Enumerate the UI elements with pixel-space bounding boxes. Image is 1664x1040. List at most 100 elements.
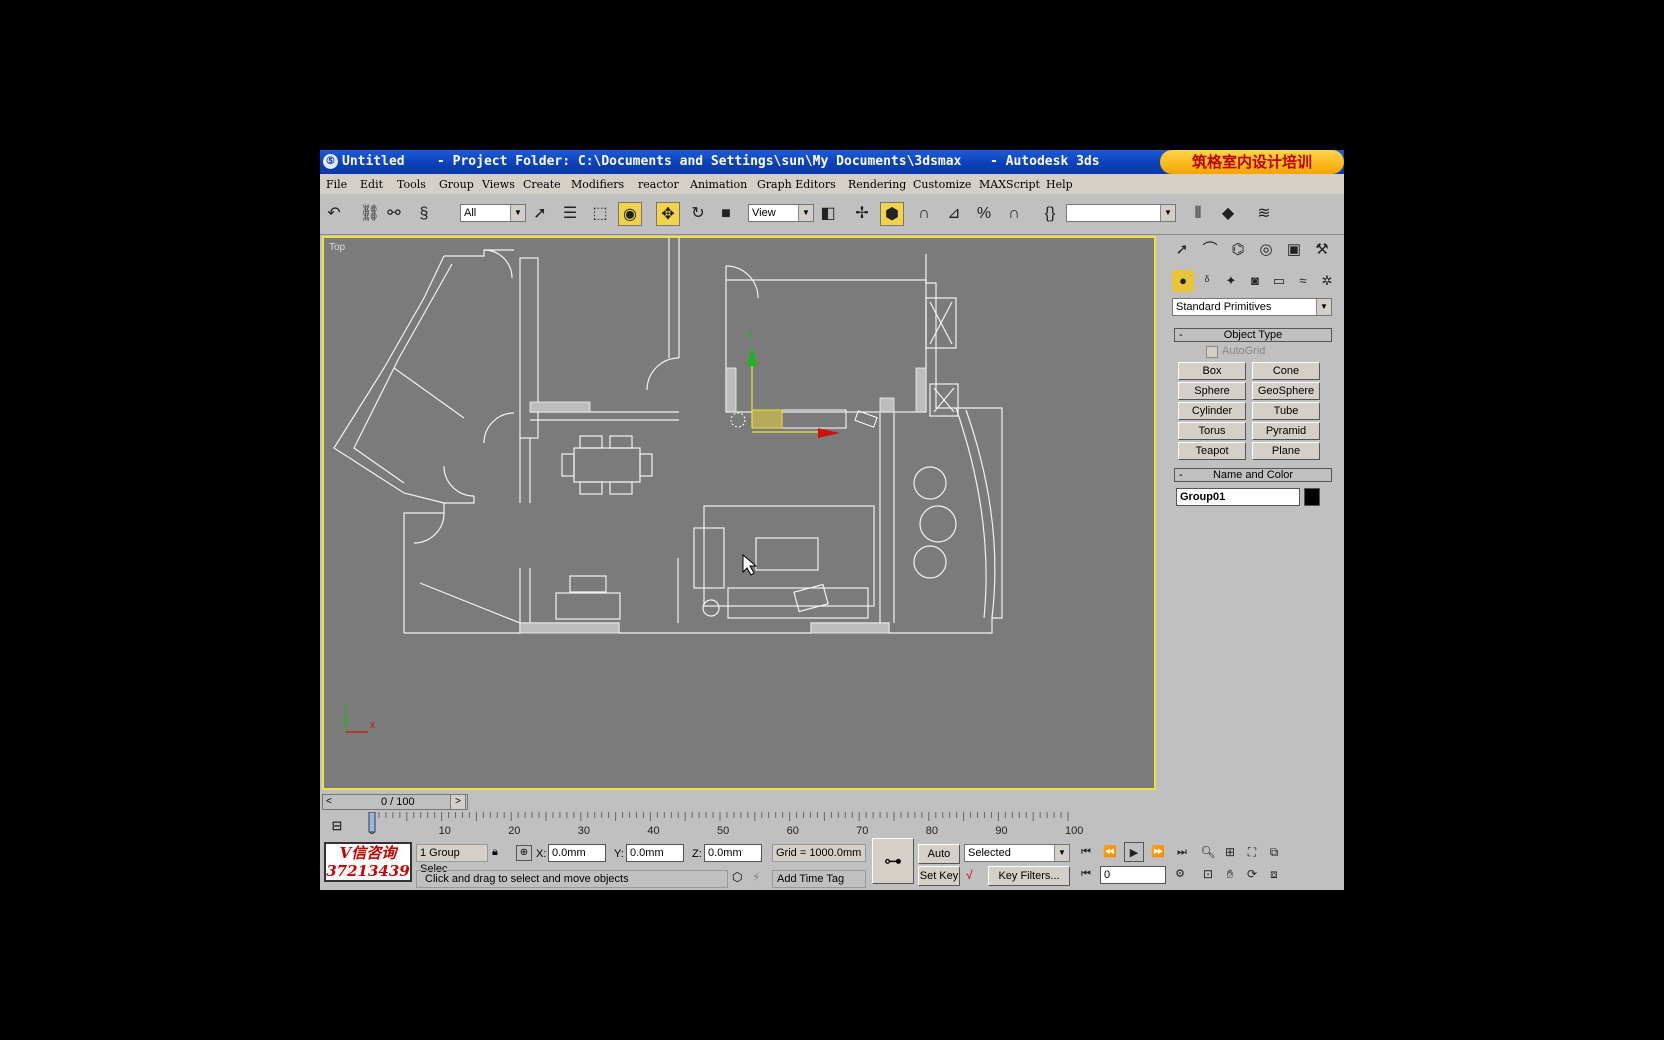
object-category-dropdown[interactable]: Standard Primitives ▼ <box>1172 298 1332 316</box>
play-icon[interactable]: ▶ <box>1124 842 1144 862</box>
menu-reactor[interactable]: reactor <box>638 178 679 191</box>
lock-icon[interactable]: 🔒︎ <box>492 846 504 860</box>
go-to-start-icon[interactable]: ⏮ <box>1076 842 1096 862</box>
select-and-move-icon[interactable]: ✥ <box>656 202 680 226</box>
torus-button[interactable]: Torus <box>1178 422 1246 440</box>
layer-manager-icon[interactable]: ≋ <box>1252 202 1276 226</box>
zoom-icon[interactable]: 🔍︎ <box>1198 842 1218 862</box>
name-and-color-rollout-header[interactable]: - Name and Color <box>1174 468 1332 482</box>
create-tab-icon[interactable]: ➚ <box>1170 238 1194 262</box>
select-and-rotate-icon[interactable]: ↻ <box>686 202 710 226</box>
object-color-swatch[interactable] <box>1304 488 1320 506</box>
x-coordinate-field[interactable]: 0.0mm <box>548 844 606 862</box>
track-bar-toggle-icon[interactable]: ⊟ <box>324 818 350 836</box>
menu-edit[interactable]: Edit <box>360 178 383 191</box>
snaps-toggle-icon[interactable]: ∩ <box>912 202 936 226</box>
key-mode-toggle-icon[interactable]: ⏮ <box>1076 864 1096 884</box>
menu-animation[interactable]: Animation <box>690 178 747 191</box>
set-key-icon[interactable]: ⊶ <box>872 838 914 884</box>
tube-button[interactable]: Tube <box>1252 402 1320 420</box>
angle-snap-icon[interactable]: ⊿ <box>942 202 966 226</box>
window-crossing-icon[interactable]: ◉ <box>618 202 642 226</box>
app-icon[interactable]: ⑤ <box>323 154 338 169</box>
reference-coordinate-dropdown[interactable]: View ▼ <box>748 204 814 222</box>
key-mode-dropdown[interactable]: Selected ▼ <box>964 844 1070 862</box>
geosphere-button[interactable]: GeoSphere <box>1252 382 1320 400</box>
maximize-viewport-icon[interactable]: ⧈ <box>1264 864 1284 884</box>
selection-filter-dropdown[interactable]: All ▼ <box>460 204 526 222</box>
modify-tab-icon[interactable]: ⌒ <box>1198 238 1222 262</box>
add-time-tag-field[interactable]: Add Time Tag <box>772 870 866 888</box>
plane-button[interactable]: Plane <box>1252 442 1320 460</box>
next-frame-icon[interactable]: ⏩ <box>1148 842 1168 862</box>
motion-tab-icon[interactable]: ◎ <box>1254 238 1278 262</box>
pan-icon[interactable]: ✋︎ <box>1220 864 1240 884</box>
edit-named-selection-icon[interactable]: {} <box>1038 202 1062 226</box>
auto-key-button[interactable]: Auto Key <box>918 844 960 878</box>
chevron-right-icon[interactable]: > <box>450 794 466 810</box>
hierarchy-tab-icon[interactable]: ⌬ <box>1226 238 1250 262</box>
pyramid-button[interactable]: Pyramid <box>1252 422 1320 440</box>
track-bar[interactable]: 0102030405060708090100 <box>356 811 1096 838</box>
y-coordinate-field[interactable]: 0.0mm <box>626 844 684 862</box>
menu-group[interactable]: Group <box>439 178 474 191</box>
set-key-button[interactable]: Set Key <box>918 866 960 886</box>
undo-icon[interactable]: ↶ <box>322 202 346 226</box>
zoom-all-icon[interactable]: ⊞ <box>1220 842 1240 862</box>
top-viewport[interactable]: Top y z x <box>322 236 1156 790</box>
keyboard-shortcut-override-icon[interactable]: ⬢ <box>880 202 904 226</box>
cone-button[interactable]: Cone <box>1252 362 1320 380</box>
box-button[interactable]: Box <box>1178 362 1246 380</box>
selected-group[interactable] <box>730 346 878 438</box>
select-and-manipulate-icon[interactable]: ✢ <box>850 202 874 226</box>
cylinder-button[interactable]: Cylinder <box>1178 402 1246 420</box>
cube-icon[interactable]: ⬡ <box>732 870 746 886</box>
rectangular-selection-icon[interactable]: ⬚ <box>588 202 612 226</box>
gizmo-x-arrow[interactable] <box>818 428 840 438</box>
bind-to-space-warp-icon[interactable]: § <box>412 202 436 226</box>
spinner-snap-icon[interactable]: ∩ <box>1002 202 1026 226</box>
gizmo-y-arrow[interactable] <box>747 346 757 366</box>
current-frame-field[interactable]: 0 <box>1100 866 1166 884</box>
select-object-icon[interactable]: ➚ <box>528 202 552 226</box>
space-warps-icon[interactable]: ≈ <box>1292 270 1314 292</box>
menu-file[interactable]: File <box>326 178 347 191</box>
zoom-region-icon[interactable]: ⊡ <box>1198 864 1218 884</box>
align-icon[interactable]: ◆ <box>1216 202 1240 226</box>
menu-views[interactable]: Views <box>482 178 515 191</box>
menu-help[interactable]: Help <box>1046 178 1073 191</box>
chevron-left-icon[interactable]: < <box>326 796 332 807</box>
default-in-out-tangent-icon[interactable]: √ <box>966 868 984 884</box>
unlink-selection-icon[interactable]: ⚯ <box>382 202 406 226</box>
shapes-icon[interactable]: ᵟ <box>1196 270 1218 292</box>
menu-create[interactable]: Create <box>523 178 561 191</box>
object-name-field[interactable]: Group01 <box>1176 488 1300 506</box>
time-configuration-icon[interactable]: ⚙ <box>1170 864 1190 884</box>
menu-modifiers[interactable]: Modifiers <box>571 178 624 191</box>
absolute-mode-icon[interactable]: ⊕ <box>516 845 532 861</box>
menu-maxscript[interactable]: MAXScript <box>979 178 1040 191</box>
select-and-link-icon[interactable]: ⛓ <box>358 202 382 226</box>
menu-graph-editors[interactable]: Graph Editors <box>757 178 836 191</box>
geometry-icon[interactable]: ● <box>1172 270 1194 292</box>
percent-snap-icon[interactable]: % <box>972 202 996 226</box>
named-selection-sets-dropdown[interactable]: ▼ <box>1066 204 1176 222</box>
key-filters-button[interactable]: Key Filters... <box>988 866 1070 886</box>
menu-tools[interactable]: Tools <box>397 178 426 191</box>
display-tab-icon[interactable]: ▣ <box>1282 238 1306 262</box>
cameras-icon[interactable]: ◙ <box>1244 270 1266 292</box>
select-by-name-icon[interactable]: ☰ <box>558 202 582 226</box>
menu-rendering[interactable]: Rendering <box>848 178 906 191</box>
time-slider[interactable]: < 0 / 100 <box>322 794 468 810</box>
teapot-button[interactable]: Teapot <box>1178 442 1246 460</box>
systems-icon[interactable]: ✲ <box>1316 270 1338 292</box>
go-to-end-icon[interactable]: ⏭ <box>1172 842 1192 862</box>
arc-rotate-icon[interactable]: ⟳ <box>1242 864 1262 884</box>
z-coordinate-field[interactable]: 0.0mm <box>704 844 762 862</box>
mirror-icon[interactable]: ⫴ <box>1186 202 1210 226</box>
zoom-extents-icon[interactable]: ⛶ <box>1242 842 1262 862</box>
object-type-rollout-header[interactable]: - Object Type <box>1174 328 1332 342</box>
lights-icon[interactable]: ✦ <box>1220 270 1242 292</box>
adaptive-degradation-icon[interactable]: ⚡︎ <box>752 870 766 886</box>
select-and-scale-icon[interactable]: ■ <box>714 202 738 226</box>
